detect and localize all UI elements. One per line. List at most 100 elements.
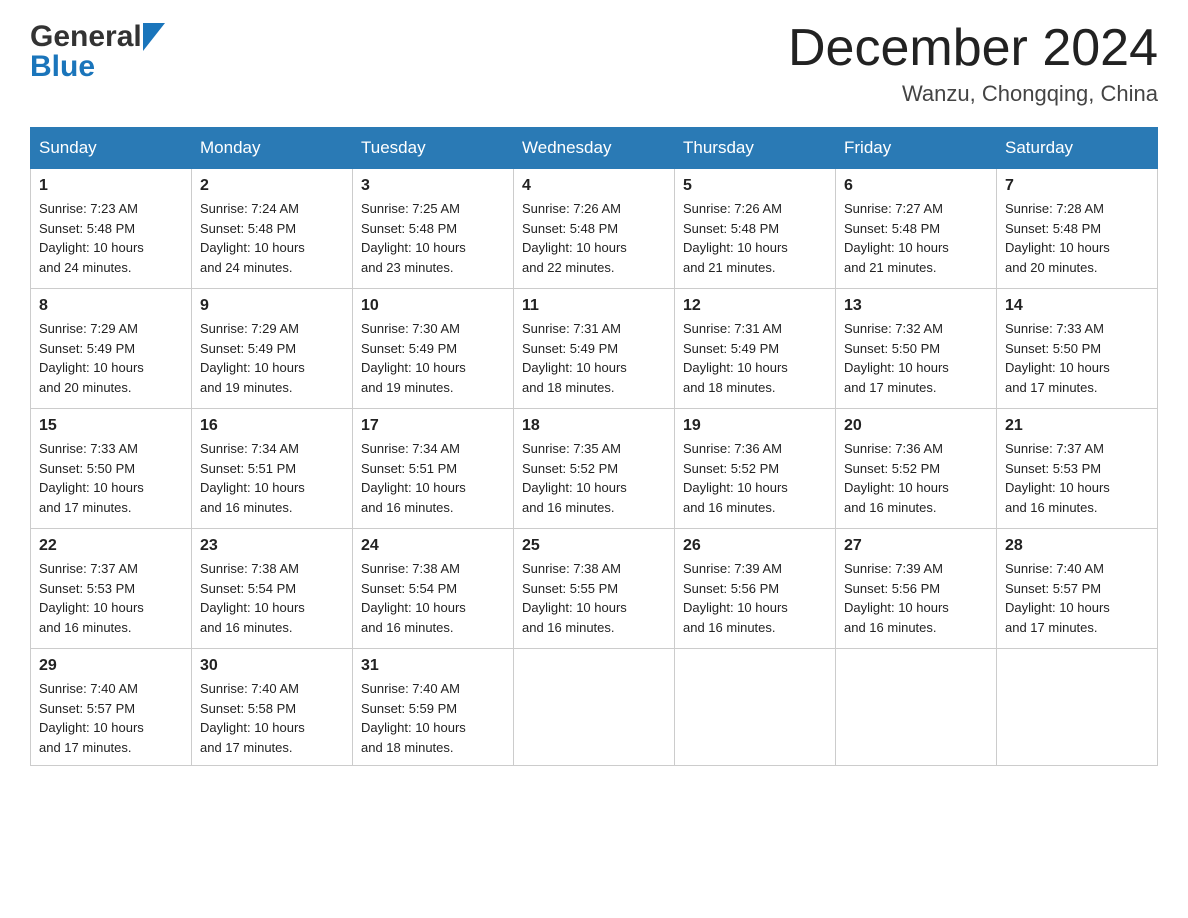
day-number: 6	[844, 177, 988, 195]
table-row: 29 Sunrise: 7:40 AM Sunset: 5:57 PM Dayl…	[31, 649, 192, 766]
table-row: 15 Sunrise: 7:33 AM Sunset: 5:50 PM Dayl…	[31, 409, 192, 529]
day-info: Sunrise: 7:23 AM Sunset: 5:48 PM Dayligh…	[39, 199, 183, 277]
day-number: 14	[1005, 297, 1149, 315]
day-number: 19	[683, 417, 827, 435]
table-row: 3 Sunrise: 7:25 AM Sunset: 5:48 PM Dayli…	[353, 169, 514, 289]
page-header: General Blue December 2024 Wanzu, Chongq…	[30, 20, 1158, 107]
day-number: 7	[1005, 177, 1149, 195]
day-number: 13	[844, 297, 988, 315]
calendar-body: 1 Sunrise: 7:23 AM Sunset: 5:48 PM Dayli…	[31, 169, 1158, 766]
location-title: Wanzu, Chongqing, China	[788, 81, 1158, 107]
table-row: 27 Sunrise: 7:39 AM Sunset: 5:56 PM Dayl…	[836, 529, 997, 649]
day-info: Sunrise: 7:40 AM Sunset: 5:57 PM Dayligh…	[39, 679, 183, 757]
day-info: Sunrise: 7:33 AM Sunset: 5:50 PM Dayligh…	[1005, 319, 1149, 397]
table-row: 25 Sunrise: 7:38 AM Sunset: 5:55 PM Dayl…	[514, 529, 675, 649]
col-monday: Monday	[192, 128, 353, 169]
day-number: 24	[361, 537, 505, 555]
day-number: 21	[1005, 417, 1149, 435]
logo: General Blue	[30, 20, 165, 84]
table-row: 20 Sunrise: 7:36 AM Sunset: 5:52 PM Dayl…	[836, 409, 997, 529]
day-info: Sunrise: 7:26 AM Sunset: 5:48 PM Dayligh…	[522, 199, 666, 277]
table-row: 14 Sunrise: 7:33 AM Sunset: 5:50 PM Dayl…	[997, 289, 1158, 409]
logo-arrow-icon	[143, 23, 165, 51]
table-row: 30 Sunrise: 7:40 AM Sunset: 5:58 PM Dayl…	[192, 649, 353, 766]
logo-general-text: General	[30, 20, 142, 54]
col-sunday: Sunday	[31, 128, 192, 169]
day-number: 31	[361, 657, 505, 675]
day-info: Sunrise: 7:32 AM Sunset: 5:50 PM Dayligh…	[844, 319, 988, 397]
table-row: 13 Sunrise: 7:32 AM Sunset: 5:50 PM Dayl…	[836, 289, 997, 409]
day-number: 28	[1005, 537, 1149, 555]
table-row: 26 Sunrise: 7:39 AM Sunset: 5:56 PM Dayl…	[675, 529, 836, 649]
table-row: 12 Sunrise: 7:31 AM Sunset: 5:49 PM Dayl…	[675, 289, 836, 409]
col-thursday: Thursday	[675, 128, 836, 169]
table-row: 7 Sunrise: 7:28 AM Sunset: 5:48 PM Dayli…	[997, 169, 1158, 289]
table-row: 2 Sunrise: 7:24 AM Sunset: 5:48 PM Dayli…	[192, 169, 353, 289]
table-row: 24 Sunrise: 7:38 AM Sunset: 5:54 PM Dayl…	[353, 529, 514, 649]
table-row: 4 Sunrise: 7:26 AM Sunset: 5:48 PM Dayli…	[514, 169, 675, 289]
day-info: Sunrise: 7:24 AM Sunset: 5:48 PM Dayligh…	[200, 199, 344, 277]
day-number: 5	[683, 177, 827, 195]
day-info: Sunrise: 7:39 AM Sunset: 5:56 PM Dayligh…	[683, 559, 827, 637]
day-info: Sunrise: 7:37 AM Sunset: 5:53 PM Dayligh…	[39, 559, 183, 637]
title-section: December 2024 Wanzu, Chongqing, China	[788, 20, 1158, 107]
day-number: 30	[200, 657, 344, 675]
day-info: Sunrise: 7:40 AM Sunset: 5:59 PM Dayligh…	[361, 679, 505, 757]
day-info: Sunrise: 7:30 AM Sunset: 5:49 PM Dayligh…	[361, 319, 505, 397]
table-row	[675, 649, 836, 766]
day-info: Sunrise: 7:26 AM Sunset: 5:48 PM Dayligh…	[683, 199, 827, 277]
calendar-table: Sunday Monday Tuesday Wednesday Thursday…	[30, 127, 1158, 766]
col-friday: Friday	[836, 128, 997, 169]
day-number: 12	[683, 297, 827, 315]
table-row: 11 Sunrise: 7:31 AM Sunset: 5:49 PM Dayl…	[514, 289, 675, 409]
day-number: 8	[39, 297, 183, 315]
table-row: 19 Sunrise: 7:36 AM Sunset: 5:52 PM Dayl…	[675, 409, 836, 529]
day-number: 11	[522, 297, 666, 315]
day-number: 27	[844, 537, 988, 555]
day-number: 16	[200, 417, 344, 435]
col-tuesday: Tuesday	[353, 128, 514, 169]
day-number: 4	[522, 177, 666, 195]
day-info: Sunrise: 7:33 AM Sunset: 5:50 PM Dayligh…	[39, 439, 183, 517]
table-row: 6 Sunrise: 7:27 AM Sunset: 5:48 PM Dayli…	[836, 169, 997, 289]
day-info: Sunrise: 7:34 AM Sunset: 5:51 PM Dayligh…	[361, 439, 505, 517]
day-info: Sunrise: 7:39 AM Sunset: 5:56 PM Dayligh…	[844, 559, 988, 637]
day-info: Sunrise: 7:35 AM Sunset: 5:52 PM Dayligh…	[522, 439, 666, 517]
table-row: 17 Sunrise: 7:34 AM Sunset: 5:51 PM Dayl…	[353, 409, 514, 529]
table-row: 22 Sunrise: 7:37 AM Sunset: 5:53 PM Dayl…	[31, 529, 192, 649]
table-row	[836, 649, 997, 766]
day-info: Sunrise: 7:25 AM Sunset: 5:48 PM Dayligh…	[361, 199, 505, 277]
calendar-header: Sunday Monday Tuesday Wednesday Thursday…	[31, 128, 1158, 169]
day-info: Sunrise: 7:40 AM Sunset: 5:58 PM Dayligh…	[200, 679, 344, 757]
day-number: 1	[39, 177, 183, 195]
table-row: 23 Sunrise: 7:38 AM Sunset: 5:54 PM Dayl…	[192, 529, 353, 649]
day-info: Sunrise: 7:40 AM Sunset: 5:57 PM Dayligh…	[1005, 559, 1149, 637]
day-number: 9	[200, 297, 344, 315]
day-info: Sunrise: 7:31 AM Sunset: 5:49 PM Dayligh…	[683, 319, 827, 397]
col-wednesday: Wednesday	[514, 128, 675, 169]
table-row: 28 Sunrise: 7:40 AM Sunset: 5:57 PM Dayl…	[997, 529, 1158, 649]
day-number: 10	[361, 297, 505, 315]
day-number: 23	[200, 537, 344, 555]
table-row: 16 Sunrise: 7:34 AM Sunset: 5:51 PM Dayl…	[192, 409, 353, 529]
day-info: Sunrise: 7:28 AM Sunset: 5:48 PM Dayligh…	[1005, 199, 1149, 277]
day-info: Sunrise: 7:38 AM Sunset: 5:54 PM Dayligh…	[200, 559, 344, 637]
day-number: 25	[522, 537, 666, 555]
day-info: Sunrise: 7:34 AM Sunset: 5:51 PM Dayligh…	[200, 439, 344, 517]
day-info: Sunrise: 7:27 AM Sunset: 5:48 PM Dayligh…	[844, 199, 988, 277]
day-info: Sunrise: 7:31 AM Sunset: 5:49 PM Dayligh…	[522, 319, 666, 397]
day-info: Sunrise: 7:36 AM Sunset: 5:52 PM Dayligh…	[683, 439, 827, 517]
day-number: 26	[683, 537, 827, 555]
day-number: 22	[39, 537, 183, 555]
table-row	[997, 649, 1158, 766]
table-row: 21 Sunrise: 7:37 AM Sunset: 5:53 PM Dayl…	[997, 409, 1158, 529]
day-number: 29	[39, 657, 183, 675]
day-number: 2	[200, 177, 344, 195]
logo-blue-text: Blue	[30, 50, 95, 84]
table-row: 5 Sunrise: 7:26 AM Sunset: 5:48 PM Dayli…	[675, 169, 836, 289]
month-title: December 2024	[788, 20, 1158, 77]
table-row: 31 Sunrise: 7:40 AM Sunset: 5:59 PM Dayl…	[353, 649, 514, 766]
table-row: 18 Sunrise: 7:35 AM Sunset: 5:52 PM Dayl…	[514, 409, 675, 529]
col-saturday: Saturday	[997, 128, 1158, 169]
day-info: Sunrise: 7:29 AM Sunset: 5:49 PM Dayligh…	[39, 319, 183, 397]
